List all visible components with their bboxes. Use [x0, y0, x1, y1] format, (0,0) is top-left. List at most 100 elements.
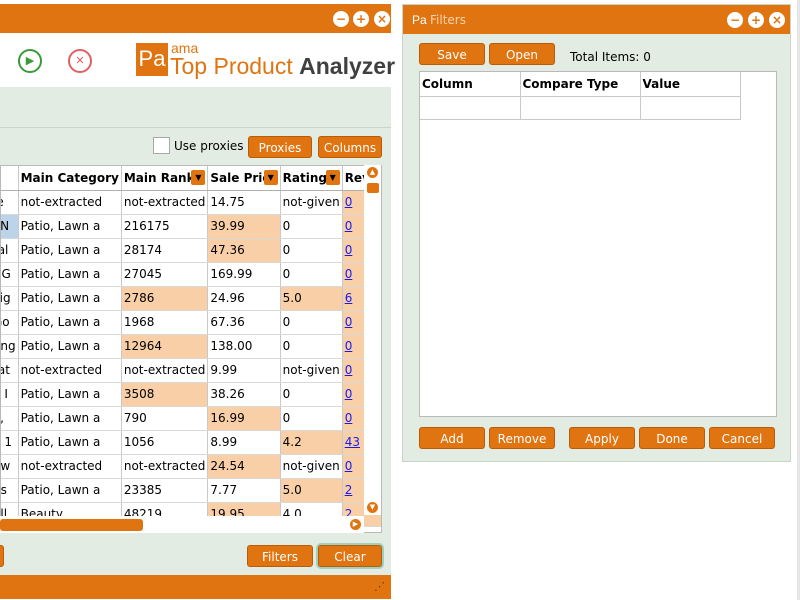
cell-rating[interactable]: 5.0 — [280, 286, 343, 311]
filter-cell[interactable] — [640, 96, 741, 120]
cell-rating[interactable]: 0 — [280, 238, 343, 263]
vertical-scroll-thumb[interactable] — [367, 183, 379, 193]
column-filter-icon[interactable]: ▼ — [325, 170, 340, 185]
use-proxies-checkbox[interactable] — [153, 137, 170, 154]
cell-main-category[interactable]: Patio, Lawn a — [18, 382, 122, 407]
table-row[interactable]: GoPatio, Lawn a196867.3600 — [1, 310, 381, 335]
cell-title[interactable]: ' N — [1, 214, 19, 239]
cell-sale-price[interactable]: 9.99 — [207, 358, 281, 383]
cell-main-category[interactable]: not-extracted — [18, 454, 122, 479]
column-header-main-rank[interactable]: Main Rank ▼ — [121, 166, 209, 191]
reviews-link[interactable]: 0 — [345, 243, 353, 257]
column-filter-icon[interactable]: ▼ — [263, 170, 278, 185]
reviews-link[interactable]: 2 — [345, 483, 353, 497]
left-cut-button[interactable] — [0, 545, 4, 567]
cell-sale-price[interactable]: 7.77 — [207, 478, 281, 503]
reviews-link[interactable]: 0 — [345, 459, 353, 473]
close-icon[interactable]: × — [374, 11, 390, 27]
reviews-link[interactable]: 0 — [345, 195, 353, 209]
filter-cell[interactable] — [420, 96, 521, 120]
column-header-compare-type[interactable]: Compare Type — [520, 72, 641, 97]
filter-empty-row[interactable] — [420, 96, 741, 120]
cell-main-category[interactable]: Patio, Lawn a — [18, 478, 122, 503]
filters-minimize-icon[interactable]: − — [727, 12, 743, 28]
table-row[interactable]: talPatio, Lawn a2817447.3600 — [1, 238, 381, 263]
cell-sale-price[interactable]: 24.96 — [207, 286, 281, 311]
cell-title[interactable]: rat — [1, 358, 19, 383]
cell-rating[interactable]: 0 — [280, 262, 343, 287]
cell-main-rank[interactable]: not-extracted — [121, 190, 209, 215]
reviews-link[interactable]: 43 — [345, 435, 360, 449]
table-row[interactable]: LigPatio, Lawn a278624.965.06 — [1, 286, 381, 311]
cell-sale-price[interactable]: 39.99 — [207, 214, 281, 239]
cell-sale-price[interactable]: 47.36 — [207, 238, 281, 263]
cell-main-rank[interactable]: 23385 — [121, 478, 209, 503]
column-header-main-category[interactable]: Main Category — [18, 166, 122, 191]
cell-sale-price[interactable]: 16.99 — [207, 406, 281, 431]
table-row[interactable]: n IPatio, Lawn a350838.2600 — [1, 382, 381, 407]
cell-title[interactable]: eng — [1, 334, 19, 359]
reviews-link[interactable]: 0 — [345, 315, 353, 329]
add-button[interactable]: Add — [419, 427, 485, 449]
cell-main-rank[interactable]: 28174 — [121, 238, 209, 263]
scroll-up-icon[interactable]: ▲ — [367, 167, 378, 178]
stop-icon[interactable]: ✕ — [68, 49, 92, 73]
horizontal-scroll-thumb[interactable] — [0, 519, 143, 531]
cell-main-category[interactable]: not-extracted — [18, 190, 122, 215]
cell-main-category[interactable]: Patio, Lawn a — [18, 310, 122, 335]
table-row[interactable]: n 1Patio, Lawn a10568.994.243 — [1, 430, 381, 455]
column-header-value[interactable]: Value — [640, 72, 741, 97]
cell-title[interactable]: t G — [1, 262, 19, 287]
cell-main-rank[interactable]: not-extracted — [121, 454, 209, 479]
reviews-link[interactable]: 0 — [345, 363, 353, 377]
cell-rating[interactable]: 0 — [280, 214, 343, 239]
reviews-link[interactable]: 0 — [345, 219, 353, 233]
table-row[interactable]: y,Patio, Lawn a79016.9900 — [1, 406, 381, 431]
cell-rating[interactable]: 4.2 — [280, 430, 343, 455]
filters-maximize-icon[interactable]: + — [748, 12, 764, 28]
table-row[interactable]: engPatio, Lawn a12964138.0000 — [1, 334, 381, 359]
cell-main-rank[interactable]: not-extracted — [121, 358, 209, 383]
resize-grip-icon[interactable]: ⋰ — [374, 580, 385, 593]
column-filter-icon[interactable]: ▼ — [191, 170, 206, 185]
cell-main-rank[interactable]: 3508 — [121, 382, 209, 407]
open-button[interactable]: Open — [489, 43, 555, 65]
done-button[interactable]: Done — [639, 427, 705, 449]
table-row[interactable]: ownot-extractednot-extracted24.54not-giv… — [1, 454, 381, 479]
table-row[interactable]: lenot-extractednot-extracted14.75not-giv… — [1, 190, 381, 215]
reviews-link[interactable]: 0 — [345, 387, 353, 401]
cell-main-rank[interactable]: 1968 — [121, 310, 209, 335]
table-row[interactable]: t GPatio, Lawn a27045169.9900 — [1, 262, 381, 287]
cell-sale-price[interactable]: 24.54 — [207, 454, 281, 479]
reviews-link[interactable]: 0 — [345, 411, 353, 425]
cell-main-category[interactable]: not-extracted — [18, 358, 122, 383]
table-row[interactable]: nsPatio, Lawn a233857.775.02 — [1, 478, 381, 503]
proxies-button[interactable]: Proxies — [248, 136, 312, 158]
reviews-link[interactable]: 0 — [345, 267, 353, 281]
cancel-button[interactable]: Cancel — [709, 427, 775, 449]
table-row[interactable]: ratnot-extractednot-extracted9.99not-giv… — [1, 358, 381, 383]
cell-sale-price[interactable]: 14.75 — [207, 190, 281, 215]
cell-title[interactable]: Go — [1, 310, 19, 335]
cell-main-rank[interactable]: 2786 — [121, 286, 209, 311]
cell-main-category[interactable]: Patio, Lawn a — [18, 262, 122, 287]
cell-title[interactable]: ow — [1, 454, 19, 479]
cell-main-category[interactable]: Patio, Lawn a — [18, 430, 122, 455]
column-header-column[interactable]: Column — [420, 72, 521, 97]
cell-main-rank[interactable]: 790 — [121, 406, 209, 431]
cell-rating[interactable]: 5.0 — [280, 478, 343, 503]
cell-main-rank[interactable]: 12964 — [121, 334, 209, 359]
cell-rating[interactable]: 0 — [280, 334, 343, 359]
table-row[interactable]: ' NPatio, Lawn a21617539.9900 — [1, 214, 381, 239]
cell-sale-price[interactable]: 169.99 — [207, 262, 281, 287]
apply-button[interactable]: Apply — [569, 427, 635, 449]
cell-title[interactable]: Lig — [1, 286, 19, 311]
cell-sale-price[interactable]: 67.36 — [207, 310, 281, 335]
filters-button[interactable]: Filters — [247, 545, 313, 567]
cell-title[interactable]: ns — [1, 478, 19, 503]
cell-main-category[interactable]: Patio, Lawn a — [18, 406, 122, 431]
cell-title[interactable]: le — [1, 190, 19, 215]
cell-rating[interactable]: 0 — [280, 310, 343, 335]
columns-button[interactable]: Columns — [318, 136, 382, 158]
remove-button[interactable]: Remove — [489, 427, 555, 449]
